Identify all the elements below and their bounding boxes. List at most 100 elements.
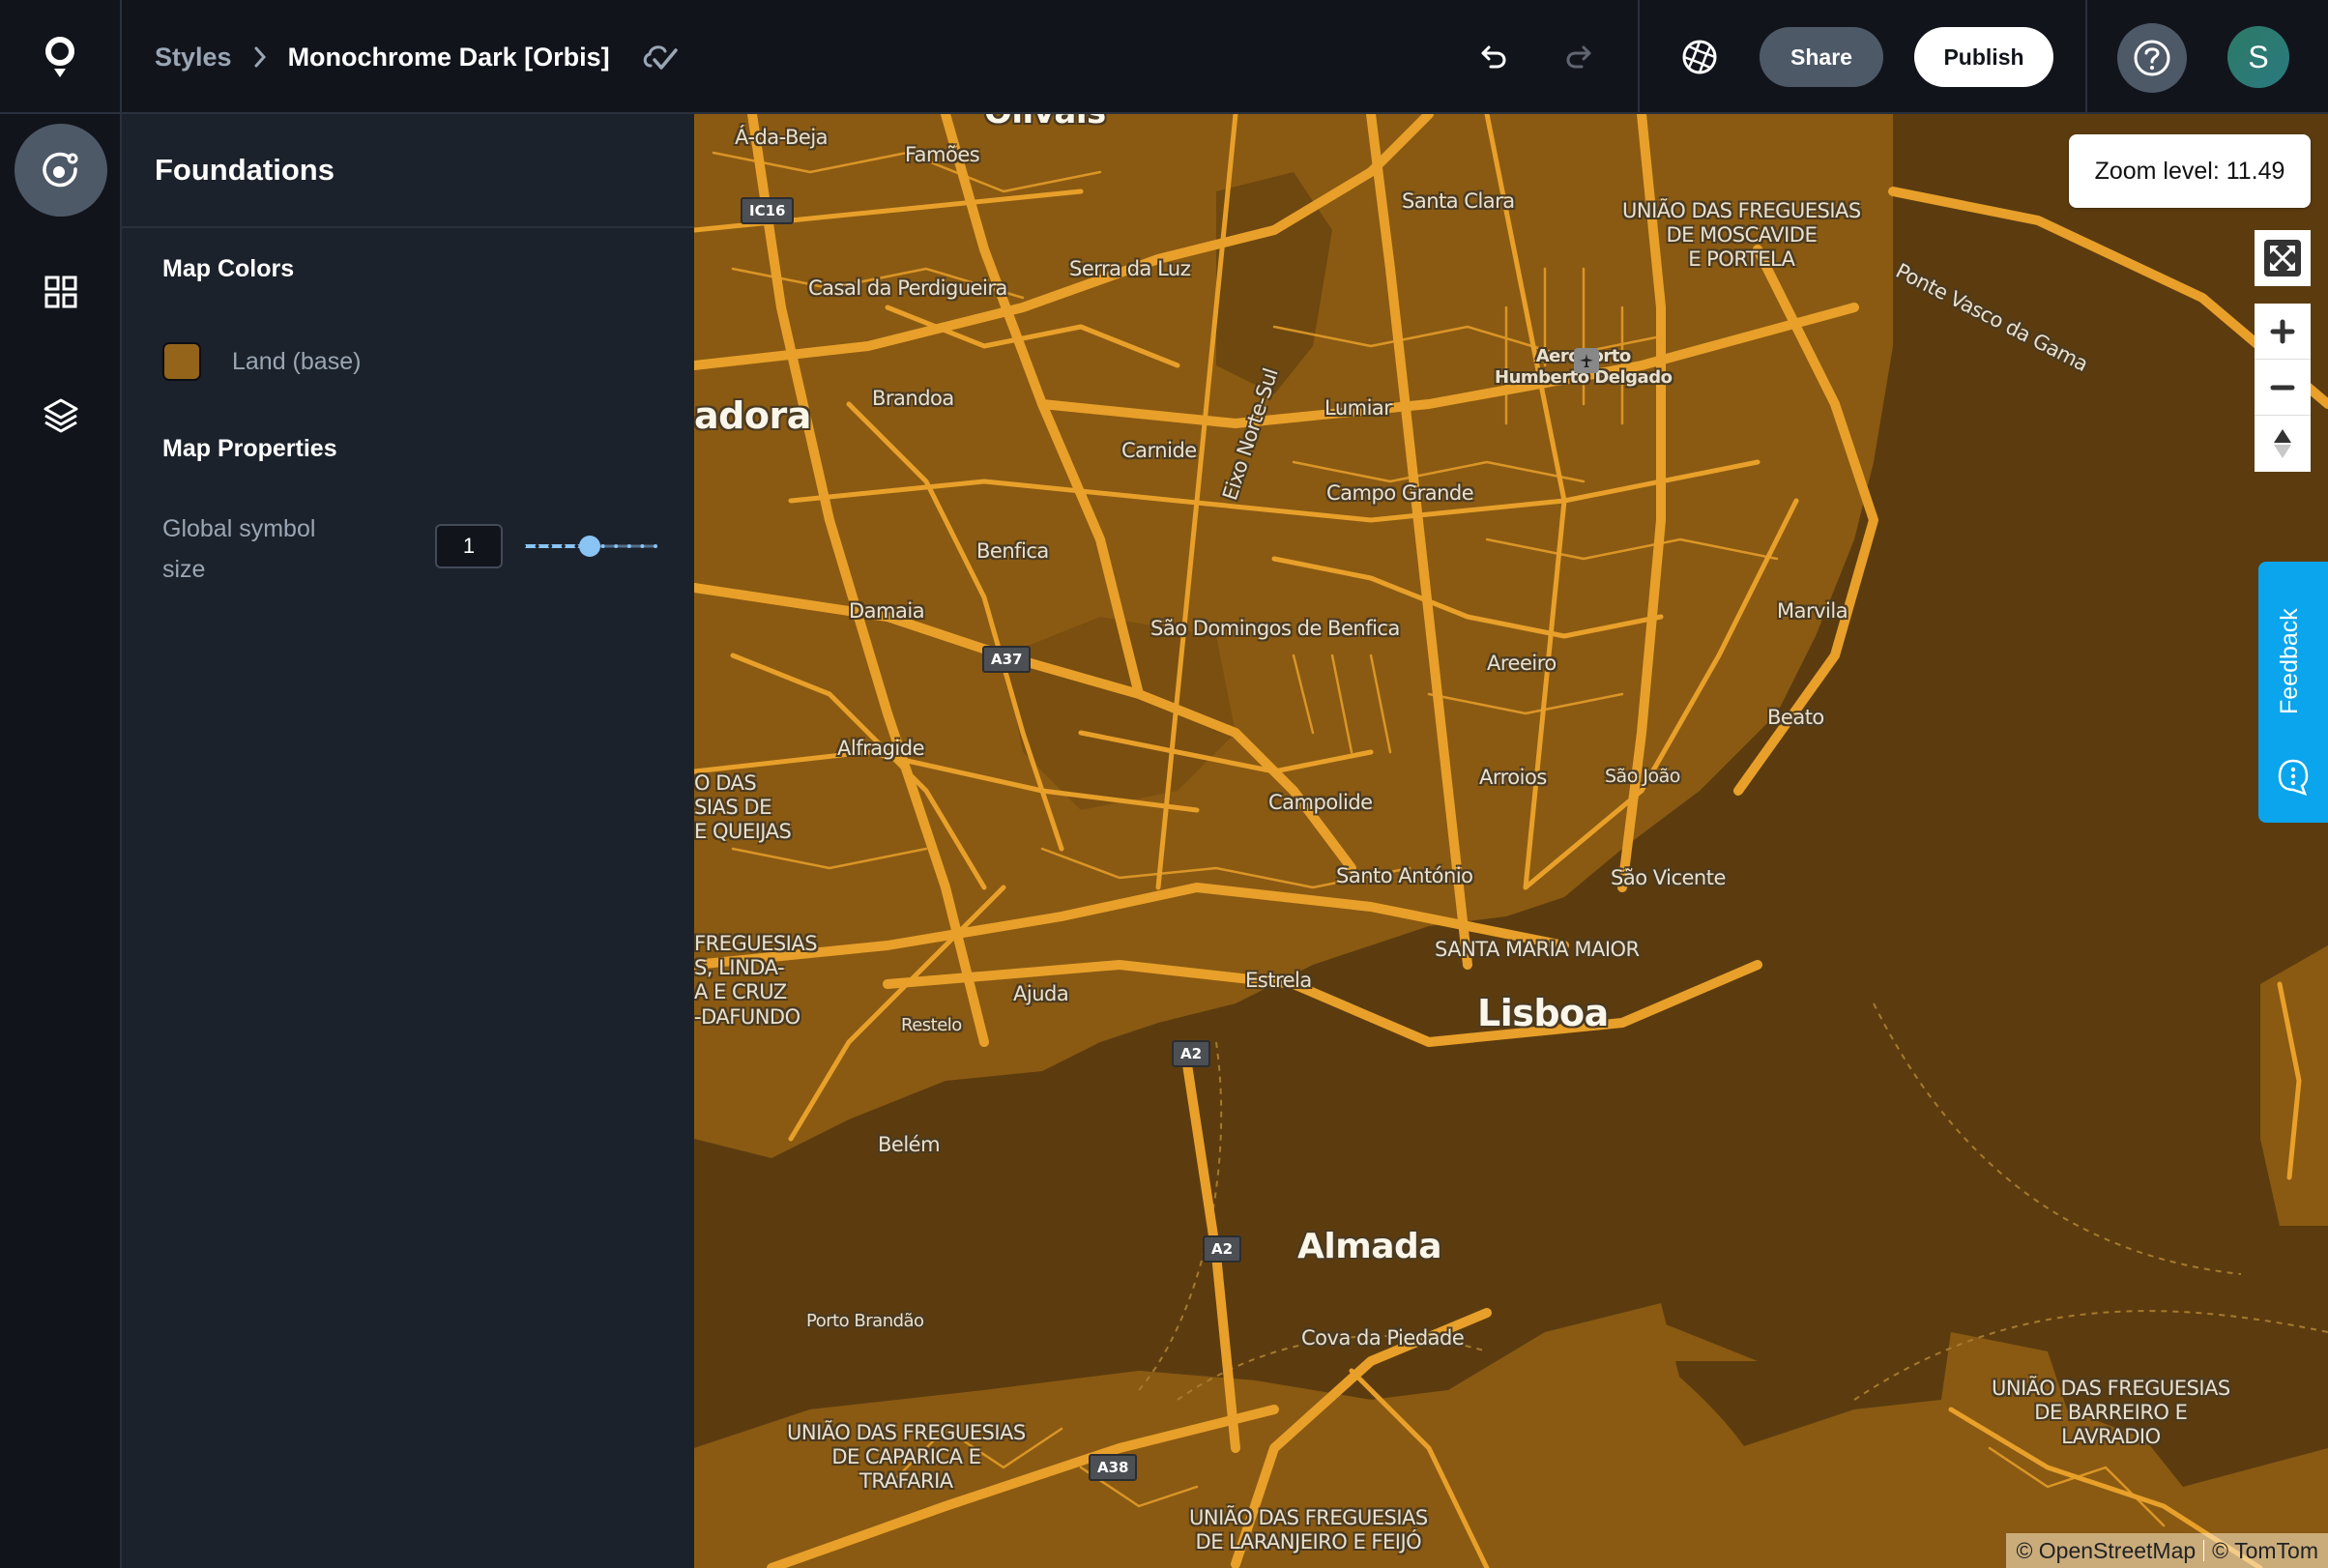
plus-icon	[2270, 319, 2295, 343]
app-logo[interactable]	[0, 0, 122, 114]
redo-icon	[1566, 45, 1591, 69]
left-rail	[0, 114, 122, 1568]
road-shield-a2-north[interactable]: A2	[1172, 1040, 1211, 1067]
map-label-ajuda: Ajuda	[1013, 982, 1069, 1005]
map-label-sao-domingos-de-benfica: São Domingos de Benfica	[1150, 617, 1400, 640]
road-shield-a37[interactable]: A37	[982, 646, 1032, 673]
land-color-swatch[interactable]	[162, 342, 201, 381]
rail-item-layers[interactable]	[15, 369, 107, 462]
map-colors-heading: Map Colors	[162, 255, 295, 282]
panel-title: Foundations	[155, 153, 335, 187]
slider-tick	[654, 544, 657, 548]
map-label-lisboa: Lisboa	[1477, 992, 1609, 1034]
zoom-level-badge: Zoom level: 11.49	[2069, 134, 2311, 208]
map-label-lumiar: Lumiar	[1324, 396, 1392, 420]
montijo-land	[2260, 945, 2328, 1226]
global-symbol-size-label: Global symbol size	[162, 515, 316, 583]
compass-icon	[2274, 429, 2291, 458]
map-label-sao-joao: São João	[1605, 766, 1680, 787]
map-label-campolide: Campolide	[1268, 791, 1373, 814]
zoom-out-button[interactable]	[2255, 360, 2311, 416]
zoom-in-button[interactable]	[2255, 304, 2311, 360]
rail-item-components[interactable]	[15, 246, 107, 338]
breadcrumb: Styles Monochrome Dark [Orbis]	[155, 0, 680, 114]
feedback-label: Feedback	[2276, 608, 2303, 714]
rail-item-foundations[interactable]	[15, 124, 107, 217]
map-label-damaia: Damaia	[849, 599, 925, 623]
map-label-santa-maria-maior: SANTA MARIA MAIOR	[1435, 938, 1640, 961]
map-label-beato: Beato	[1767, 706, 1824, 729]
cloud-check-icon	[641, 41, 680, 73]
map-label-santa-clara: Santa Clara	[1402, 189, 1515, 213]
map-label-porto-brandao: Porto Brandão	[806, 1311, 924, 1331]
map-properties-heading: Map Properties	[162, 435, 337, 462]
minus-icon	[2270, 385, 2295, 390]
global-symbol-size-input[interactable]: 1	[435, 524, 503, 568]
map-label-benfica: Benfica	[976, 539, 1049, 563]
undo-icon	[1481, 45, 1506, 69]
redo-button[interactable]	[1555, 33, 1603, 81]
slider-tick	[561, 544, 566, 548]
map-label-moscavide: UNIÃO DAS FREGUESIAS DE MOSCAVIDE E PORT…	[1622, 199, 1861, 272]
style-name-title: Monochrome Dark [Orbis]	[287, 42, 610, 72]
slider-tick	[640, 544, 645, 548]
attribution-separator	[2203, 1540, 2205, 1561]
map-label-alfragide: Alfragide	[837, 737, 925, 760]
layers-icon	[44, 398, 78, 433]
attribution-tomtom-link[interactable]: © TomTom	[2212, 1538, 2318, 1564]
slider-thumb[interactable]	[579, 536, 600, 557]
map-label-belem: Belém	[878, 1133, 941, 1156]
attribution-openstreetmap-link[interactable]: © OpenStreetMap	[2016, 1538, 2196, 1564]
global-symbol-size-slider[interactable]	[520, 532, 659, 561]
chevron-right-icon	[253, 45, 267, 69]
map-label-serra-da-luz: Serra da Luz	[1069, 257, 1191, 280]
map-label-santo-antonio: Santo António	[1336, 864, 1473, 887]
road-shield-ic16[interactable]: IC16	[741, 197, 795, 224]
help-button[interactable]	[2117, 23, 2187, 93]
slider-tick	[626, 544, 631, 548]
map-label-campo-grande: Campo Grande	[1326, 481, 1474, 505]
map-canvas[interactable]: Olivais Á-da-Beja Famões Santa Clara UNI…	[694, 114, 2328, 1568]
panel-header: Foundations	[122, 114, 694, 228]
map-label-marvila: Marvila	[1777, 599, 1848, 623]
compass-button[interactable]	[2255, 416, 2311, 472]
slider-tick	[614, 544, 619, 548]
color-row-land-base[interactable]: Land (base)	[162, 342, 361, 381]
header-divider	[2085, 0, 2087, 114]
airport-icon	[1574, 348, 1599, 373]
land-color-label: Land (base)	[232, 347, 362, 375]
user-avatar[interactable]: S	[2227, 26, 2289, 88]
map-label-areeiro: Areeiro	[1487, 652, 1557, 675]
preview-button[interactable]	[1675, 33, 1724, 81]
undo-button[interactable]	[1470, 33, 1518, 81]
grid-icon	[44, 276, 77, 308]
map-label-estrela: Estrela	[1245, 969, 1312, 992]
slider-tick	[574, 544, 579, 548]
breadcrumb-styles-link[interactable]: Styles	[155, 43, 232, 73]
header-divider	[1638, 0, 1640, 114]
map-label-restelo: Restelo	[901, 1015, 962, 1035]
slider-tick	[548, 544, 553, 548]
map-label-linda-a-velha: FREGUESIAS S, LINDA- A E CRUZ -DAFUNDO	[694, 932, 818, 1029]
map-attribution: © OpenStreetMap © TomTom	[2006, 1533, 2328, 1568]
fullscreen-icon	[2264, 240, 2301, 276]
publish-button[interactable]: Publish	[1914, 27, 2053, 87]
map-label-carnide: Carnide	[1121, 439, 1197, 462]
map-label-arroios: Arroios	[1479, 766, 1547, 789]
map-pin-logo-icon	[45, 37, 74, 77]
help-icon	[2134, 40, 2170, 76]
slider-tick	[522, 544, 526, 548]
aperture-icon	[1682, 40, 1717, 74]
app-root: Styles Monochrome Dark [Orbis] Share Pub…	[0, 0, 2328, 1568]
map-label-a-da-beja: Á-da-Beja	[735, 126, 829, 149]
fullscreen-button[interactable]	[2255, 230, 2311, 286]
road-shield-a2-south[interactable]: A2	[1203, 1235, 1242, 1263]
slider-tick	[535, 544, 539, 548]
map-label-almada: Almada	[1297, 1227, 1442, 1266]
share-button[interactable]: Share	[1760, 27, 1883, 87]
road-shield-a38[interactable]: A38	[1089, 1454, 1138, 1481]
map-label-caparica: UNIÃO DAS FREGUESIAS DE CAPARICA E TRAFA…	[787, 1421, 1026, 1494]
foundations-icon	[43, 152, 78, 188]
slider-tick	[600, 544, 605, 548]
feedback-tab[interactable]: Feedback	[2258, 562, 2328, 823]
